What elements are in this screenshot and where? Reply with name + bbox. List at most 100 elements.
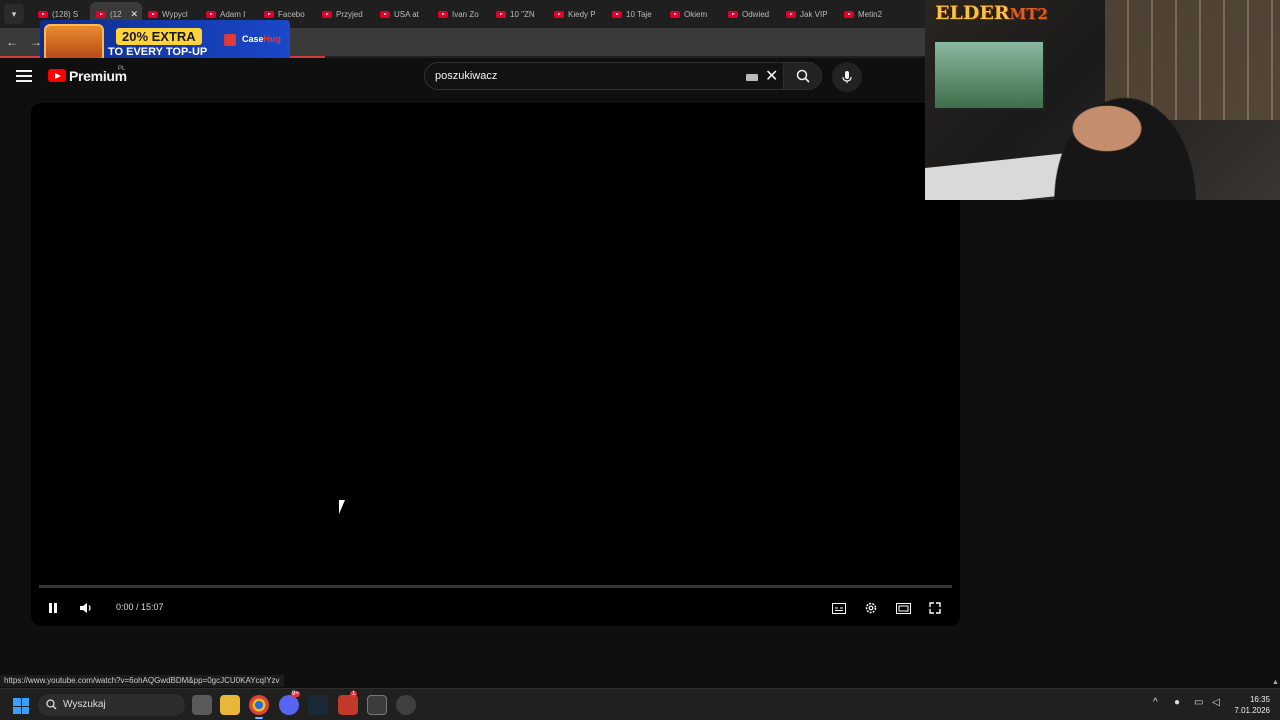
microphone-icon [842, 71, 852, 83]
browser-tab-label: Kiedy P [568, 9, 596, 19]
keyboard-icon[interactable] [746, 74, 758, 81]
settings-button[interactable] [862, 598, 880, 618]
youtube-favicon-icon [438, 10, 448, 18]
youtube-favicon-icon [844, 10, 854, 18]
clock-time: 16:35 [1249, 695, 1270, 704]
link-status-url: https://www.youtube.com/watch?v=6ohAQGwd… [0, 675, 284, 687]
time-display: 0:00 / 15:07 [116, 602, 164, 612]
youtube-favicon-icon [322, 10, 332, 18]
browser-tab[interactable]: Ivan Zo [432, 2, 490, 26]
browser-tab[interactable]: Odwied [722, 2, 780, 26]
voice-search-button[interactable] [832, 62, 862, 92]
volume-icon [80, 603, 91, 613]
ad-brand-a: Case [242, 34, 264, 44]
treasure-chest-icon [44, 24, 104, 62]
search-icon [46, 699, 57, 710]
subtitles-button[interactable] [830, 598, 848, 618]
browser-tab[interactable]: Kiedy P [548, 2, 606, 26]
steam-icon[interactable] [308, 695, 328, 715]
browser-tab[interactable]: USA at [374, 2, 432, 26]
video-player[interactable]: 0:00 / 15:07 [31, 103, 960, 626]
browser-tab[interactable]: 10 "ZN [490, 2, 548, 26]
youtube-logo-icon[interactable] [48, 69, 66, 82]
browser-tab-label: (128) S [52, 9, 79, 19]
discord-icon[interactable]: 9+ [279, 691, 300, 715]
hamburger-menu-icon[interactable] [16, 70, 32, 84]
search-box[interactable]: poszukiwacz ✕ [424, 62, 784, 90]
browser-tab[interactable]: 10 Taje [606, 2, 664, 26]
tray-mic-icon[interactable]: ● [1174, 697, 1180, 708]
ad-headline: 20% EXTRA [116, 28, 202, 45]
youtube-favicon-icon [38, 10, 48, 18]
casehug-ad-banner[interactable]: 20% EXTRA TO EVERY TOP-UP CaseHug [40, 20, 290, 62]
pause-button[interactable] [45, 598, 61, 618]
browser-tab-label: 10 Taje [626, 9, 652, 19]
game-badge: 1 [350, 691, 358, 697]
game-launcher-icon[interactable]: 1 [338, 691, 358, 715]
aquarium [933, 40, 1045, 110]
search-input[interactable]: poszukiwacz [435, 70, 497, 82]
taskbar-clock[interactable]: 16:35 7.01.2026 [1228, 694, 1270, 716]
tab-list-button[interactable]: ▾ [4, 4, 24, 24]
streamer-webcam: ELDERMT2 [925, 0, 1280, 200]
youtube-favicon-icon [380, 10, 390, 18]
youtube-favicon-icon [728, 10, 738, 18]
browser-tab-label: USA at [394, 9, 419, 19]
browser-tab[interactable]: Metin2 [838, 2, 896, 26]
youtube-favicon-icon [496, 10, 506, 18]
ad-brand-b: Hug [263, 34, 282, 44]
search-button[interactable] [784, 62, 822, 90]
windows-taskbar: Wyszukaj 9+ 1 ^ ● ▭ ◁ 16:35 7.01.2026 [0, 688, 1280, 720]
close-tab-icon[interactable]: ✕ [130, 9, 138, 20]
youtube-favicon-icon [206, 10, 216, 18]
youtube-favicon-icon [148, 10, 158, 18]
mouse-cursor [339, 500, 345, 514]
theater-mode-button[interactable] [894, 598, 912, 618]
xbox-app-icon[interactable] [367, 695, 387, 715]
streamer [1035, 70, 1215, 200]
fullscreen-icon [929, 602, 941, 614]
youtube-header: Premium PL poszukiwacz ✕ [0, 58, 925, 98]
browser-tab-label: Wypycl [162, 9, 188, 19]
task-view-icon[interactable] [192, 695, 212, 715]
chrome-icon[interactable] [249, 695, 269, 719]
browser-tab-label: Jak VIP [800, 9, 828, 19]
ad-subline: TO EVERY TOP-UP [108, 46, 208, 58]
browser-tab-label: Metin2 [858, 9, 883, 19]
subtitles-icon [832, 602, 846, 614]
tray-volume-icon[interactable]: ◁ [1212, 697, 1220, 708]
scroll-down-arrow-icon[interactable]: ▲ [1272, 679, 1279, 686]
taskbar-search-label: Wyszukaj [63, 699, 106, 710]
fullscreen-button[interactable] [926, 598, 944, 618]
youtube-favicon-icon [96, 10, 106, 18]
tray-network-icon[interactable]: ▭ [1194, 697, 1203, 708]
video-scrub-bar[interactable] [39, 585, 952, 588]
browser-tab-label: Facebo [278, 9, 305, 19]
discord-badge: 9+ [291, 691, 300, 697]
browser-tab-label: Odwied [742, 9, 770, 19]
casehug-logo-icon [224, 34, 236, 46]
youtube-favicon-icon [612, 10, 622, 18]
browser-tab-label: Adam I [220, 9, 246, 19]
tray-chevron-icon[interactable]: ^ [1153, 697, 1158, 708]
browser-tab[interactable]: Okiem [664, 2, 722, 26]
search-icon [796, 69, 810, 83]
gear-icon [865, 602, 877, 614]
browser-tab-label: Okiem [684, 9, 708, 19]
elder-logo: ELDERMT2 [935, 2, 1048, 24]
file-explorer-icon[interactable] [220, 695, 240, 715]
volume-button[interactable] [77, 598, 95, 618]
windows-start-icon[interactable] [13, 698, 29, 714]
browser-tab-label: Przyjed [336, 9, 363, 19]
browser-tab-label: Ivan Zo [452, 9, 479, 19]
browser-tab[interactable]: Jak VIP [780, 2, 838, 26]
country-code: PL [118, 66, 126, 72]
obs-icon[interactable] [396, 695, 416, 715]
browser-tab[interactable]: Przyjed [316, 2, 374, 26]
back-icon[interactable]: ← [0, 30, 24, 54]
clear-search-icon[interactable]: ✕ [765, 66, 778, 86]
browser-tab-label: (12 [110, 9, 122, 19]
taskbar-search[interactable]: Wyszukaj [38, 694, 185, 716]
youtube-favicon-icon [670, 10, 680, 18]
theater-mode-icon [895, 602, 911, 614]
